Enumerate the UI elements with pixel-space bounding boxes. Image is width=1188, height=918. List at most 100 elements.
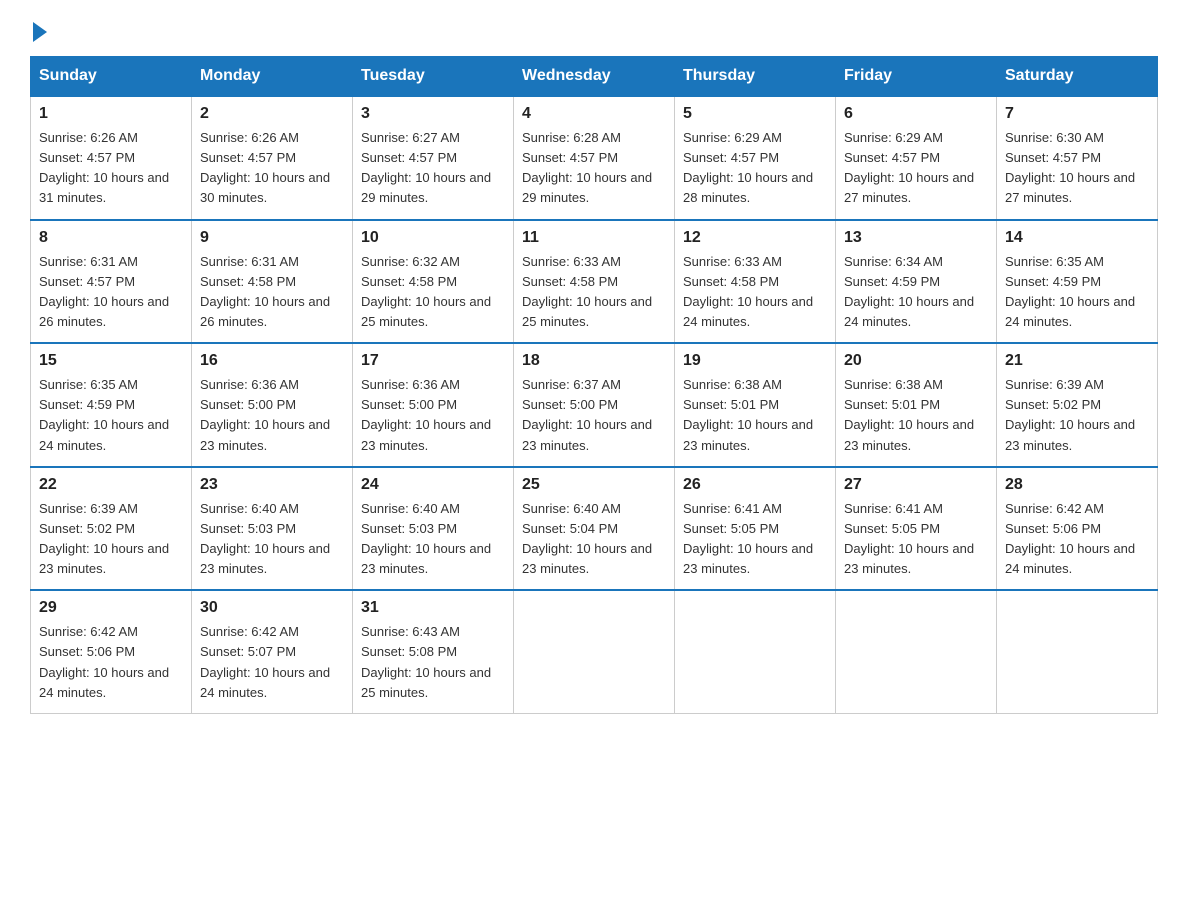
empty-cell xyxy=(675,590,836,713)
day-info: Sunrise: 6:36 AM Sunset: 5:00 PM Dayligh… xyxy=(361,375,505,456)
day-cell-27: 27 Sunrise: 6:41 AM Sunset: 5:05 PM Dayl… xyxy=(836,467,997,591)
day-info: Sunrise: 6:40 AM Sunset: 5:03 PM Dayligh… xyxy=(361,499,505,580)
day-cell-21: 21 Sunrise: 6:39 AM Sunset: 5:02 PM Dayl… xyxy=(997,343,1158,467)
day-cell-9: 9 Sunrise: 6:31 AM Sunset: 4:58 PM Dayli… xyxy=(192,220,353,344)
day-info: Sunrise: 6:40 AM Sunset: 5:03 PM Dayligh… xyxy=(200,499,344,580)
day-number: 5 xyxy=(683,105,827,123)
day-cell-18: 18 Sunrise: 6:37 AM Sunset: 5:00 PM Dayl… xyxy=(514,343,675,467)
calendar-week-2: 8 Sunrise: 6:31 AM Sunset: 4:57 PM Dayli… xyxy=(31,220,1158,344)
day-cell-19: 19 Sunrise: 6:38 AM Sunset: 5:01 PM Dayl… xyxy=(675,343,836,467)
day-cell-29: 29 Sunrise: 6:42 AM Sunset: 5:06 PM Dayl… xyxy=(31,590,192,713)
empty-cell xyxy=(997,590,1158,713)
day-cell-11: 11 Sunrise: 6:33 AM Sunset: 4:58 PM Dayl… xyxy=(514,220,675,344)
day-cell-25: 25 Sunrise: 6:40 AM Sunset: 5:04 PM Dayl… xyxy=(514,467,675,591)
day-number: 13 xyxy=(844,229,988,247)
day-cell-13: 13 Sunrise: 6:34 AM Sunset: 4:59 PM Dayl… xyxy=(836,220,997,344)
day-number: 18 xyxy=(522,352,666,370)
day-info: Sunrise: 6:42 AM Sunset: 5:06 PM Dayligh… xyxy=(1005,499,1149,580)
calendar-week-4: 22 Sunrise: 6:39 AM Sunset: 5:02 PM Dayl… xyxy=(31,467,1158,591)
day-cell-20: 20 Sunrise: 6:38 AM Sunset: 5:01 PM Dayl… xyxy=(836,343,997,467)
day-number: 26 xyxy=(683,476,827,494)
day-cell-7: 7 Sunrise: 6:30 AM Sunset: 4:57 PM Dayli… xyxy=(997,96,1158,220)
day-info: Sunrise: 6:33 AM Sunset: 4:58 PM Dayligh… xyxy=(683,252,827,333)
day-cell-12: 12 Sunrise: 6:33 AM Sunset: 4:58 PM Dayl… xyxy=(675,220,836,344)
day-info: Sunrise: 6:27 AM Sunset: 4:57 PM Dayligh… xyxy=(361,128,505,209)
day-number: 10 xyxy=(361,229,505,247)
day-number: 25 xyxy=(522,476,666,494)
day-cell-3: 3 Sunrise: 6:27 AM Sunset: 4:57 PM Dayli… xyxy=(353,96,514,220)
day-number: 27 xyxy=(844,476,988,494)
day-number: 31 xyxy=(361,599,505,617)
day-cell-2: 2 Sunrise: 6:26 AM Sunset: 4:57 PM Dayli… xyxy=(192,96,353,220)
empty-cell xyxy=(514,590,675,713)
day-number: 12 xyxy=(683,229,827,247)
col-header-friday: Friday xyxy=(836,57,997,97)
day-number: 14 xyxy=(1005,229,1149,247)
day-info: Sunrise: 6:38 AM Sunset: 5:01 PM Dayligh… xyxy=(683,375,827,456)
day-cell-10: 10 Sunrise: 6:32 AM Sunset: 4:58 PM Dayl… xyxy=(353,220,514,344)
day-number: 30 xyxy=(200,599,344,617)
day-number: 16 xyxy=(200,352,344,370)
day-number: 17 xyxy=(361,352,505,370)
day-info: Sunrise: 6:41 AM Sunset: 5:05 PM Dayligh… xyxy=(844,499,988,580)
day-number: 19 xyxy=(683,352,827,370)
day-cell-5: 5 Sunrise: 6:29 AM Sunset: 4:57 PM Dayli… xyxy=(675,96,836,220)
day-number: 8 xyxy=(39,229,183,247)
day-cell-16: 16 Sunrise: 6:36 AM Sunset: 5:00 PM Dayl… xyxy=(192,343,353,467)
day-cell-8: 8 Sunrise: 6:31 AM Sunset: 4:57 PM Dayli… xyxy=(31,220,192,344)
day-info: Sunrise: 6:29 AM Sunset: 4:57 PM Dayligh… xyxy=(683,128,827,209)
calendar-week-3: 15 Sunrise: 6:35 AM Sunset: 4:59 PM Dayl… xyxy=(31,343,1158,467)
day-number: 11 xyxy=(522,229,666,247)
day-number: 23 xyxy=(200,476,344,494)
day-info: Sunrise: 6:26 AM Sunset: 4:57 PM Dayligh… xyxy=(200,128,344,209)
day-cell-28: 28 Sunrise: 6:42 AM Sunset: 5:06 PM Dayl… xyxy=(997,467,1158,591)
day-info: Sunrise: 6:29 AM Sunset: 4:57 PM Dayligh… xyxy=(844,128,988,209)
day-info: Sunrise: 6:34 AM Sunset: 4:59 PM Dayligh… xyxy=(844,252,988,333)
col-header-monday: Monday xyxy=(192,57,353,97)
day-cell-24: 24 Sunrise: 6:40 AM Sunset: 5:03 PM Dayl… xyxy=(353,467,514,591)
day-number: 4 xyxy=(522,105,666,123)
day-info: Sunrise: 6:39 AM Sunset: 5:02 PM Dayligh… xyxy=(39,499,183,580)
day-info: Sunrise: 6:42 AM Sunset: 5:07 PM Dayligh… xyxy=(200,622,344,703)
day-info: Sunrise: 6:33 AM Sunset: 4:58 PM Dayligh… xyxy=(522,252,666,333)
day-info: Sunrise: 6:28 AM Sunset: 4:57 PM Dayligh… xyxy=(522,128,666,209)
logo xyxy=(30,20,47,38)
day-info: Sunrise: 6:43 AM Sunset: 5:08 PM Dayligh… xyxy=(361,622,505,703)
day-number: 15 xyxy=(39,352,183,370)
day-cell-31: 31 Sunrise: 6:43 AM Sunset: 5:08 PM Dayl… xyxy=(353,590,514,713)
day-cell-23: 23 Sunrise: 6:40 AM Sunset: 5:03 PM Dayl… xyxy=(192,467,353,591)
calendar-week-1: 1 Sunrise: 6:26 AM Sunset: 4:57 PM Dayli… xyxy=(31,96,1158,220)
day-info: Sunrise: 6:26 AM Sunset: 4:57 PM Dayligh… xyxy=(39,128,183,209)
day-cell-30: 30 Sunrise: 6:42 AM Sunset: 5:07 PM Dayl… xyxy=(192,590,353,713)
day-number: 29 xyxy=(39,599,183,617)
day-number: 3 xyxy=(361,105,505,123)
day-number: 2 xyxy=(200,105,344,123)
day-number: 24 xyxy=(361,476,505,494)
calendar-header-row: SundayMondayTuesdayWednesdayThursdayFrid… xyxy=(31,57,1158,97)
day-cell-17: 17 Sunrise: 6:36 AM Sunset: 5:00 PM Dayl… xyxy=(353,343,514,467)
day-cell-22: 22 Sunrise: 6:39 AM Sunset: 5:02 PM Dayl… xyxy=(31,467,192,591)
day-number: 7 xyxy=(1005,105,1149,123)
day-info: Sunrise: 6:39 AM Sunset: 5:02 PM Dayligh… xyxy=(1005,375,1149,456)
day-info: Sunrise: 6:32 AM Sunset: 4:58 PM Dayligh… xyxy=(361,252,505,333)
day-number: 9 xyxy=(200,229,344,247)
day-info: Sunrise: 6:36 AM Sunset: 5:00 PM Dayligh… xyxy=(200,375,344,456)
logo-arrow-icon xyxy=(33,22,47,42)
calendar-week-5: 29 Sunrise: 6:42 AM Sunset: 5:06 PM Dayl… xyxy=(31,590,1158,713)
day-info: Sunrise: 6:37 AM Sunset: 5:00 PM Dayligh… xyxy=(522,375,666,456)
col-header-saturday: Saturday xyxy=(997,57,1158,97)
day-cell-26: 26 Sunrise: 6:41 AM Sunset: 5:05 PM Dayl… xyxy=(675,467,836,591)
day-info: Sunrise: 6:41 AM Sunset: 5:05 PM Dayligh… xyxy=(683,499,827,580)
calendar-table: SundayMondayTuesdayWednesdayThursdayFrid… xyxy=(30,56,1158,714)
col-header-wednesday: Wednesday xyxy=(514,57,675,97)
day-cell-1: 1 Sunrise: 6:26 AM Sunset: 4:57 PM Dayli… xyxy=(31,96,192,220)
day-number: 28 xyxy=(1005,476,1149,494)
day-info: Sunrise: 6:38 AM Sunset: 5:01 PM Dayligh… xyxy=(844,375,988,456)
day-cell-15: 15 Sunrise: 6:35 AM Sunset: 4:59 PM Dayl… xyxy=(31,343,192,467)
day-number: 21 xyxy=(1005,352,1149,370)
day-info: Sunrise: 6:31 AM Sunset: 4:58 PM Dayligh… xyxy=(200,252,344,333)
day-info: Sunrise: 6:35 AM Sunset: 4:59 PM Dayligh… xyxy=(39,375,183,456)
day-number: 22 xyxy=(39,476,183,494)
col-header-sunday: Sunday xyxy=(31,57,192,97)
day-info: Sunrise: 6:35 AM Sunset: 4:59 PM Dayligh… xyxy=(1005,252,1149,333)
